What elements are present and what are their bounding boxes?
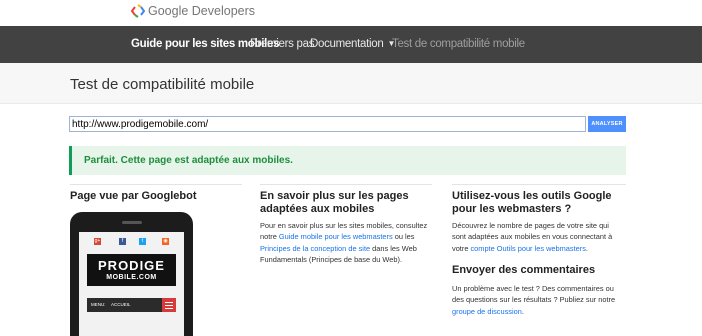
twitter-icon: t [139, 238, 146, 245]
google-plus-icon: g+ [94, 238, 101, 245]
rss-icon: ◉ [162, 238, 169, 245]
feedback-text-2: . [521, 306, 524, 316]
site-menu-item: ACCUEIL [111, 302, 131, 307]
feedback-text-1: Un problème avec le test ? Des commentai… [452, 284, 616, 305]
mobile-pages-text-2: ou les [392, 232, 415, 242]
phone-screen: g+ f t ◉ PRODIGE MOBILE.COM MENU: ACCUEI… [79, 232, 184, 336]
mobile-guide-link[interactable]: Guide mobile pour les webmasters [279, 232, 393, 241]
site-logo: PRODIGE MOBILE.COM [87, 254, 176, 286]
site-menu-label: MENU: [91, 302, 106, 307]
google-developers-logo[interactable]: Google Developers [131, 4, 255, 18]
site-logo-line1: PRODIGE [98, 258, 165, 273]
site-menu-bar: MENU: ACCUEIL [87, 298, 176, 312]
phone-speaker [122, 221, 142, 224]
facebook-icon: f [119, 238, 126, 245]
column-divider [70, 184, 242, 185]
feedback-text: Un problème avec le test ? Des commentai… [452, 283, 624, 317]
url-input[interactable] [69, 116, 586, 132]
nav-item-test[interactable]: Test de compatibilité mobile [392, 38, 525, 50]
hamburger-icon [162, 298, 176, 312]
column-divider [260, 184, 432, 185]
result-message: Parfait. Cette page est adaptée aux mobi… [84, 155, 293, 166]
nav-item-documentation[interactable]: Documentation ▼ [310, 38, 395, 50]
column-divider [452, 184, 626, 185]
google-developers-logo-icon [131, 4, 145, 18]
webmaster-tools-heading: Utilisez-vous les outils Google pour les… [452, 190, 612, 215]
mobile-pages-heading: En savoir plus sur les pages adaptées au… [260, 190, 409, 215]
mobile-pages-text: Pour en savoir plus sur les sites mobile… [260, 220, 430, 265]
feedback-heading: Envoyer des commentaires [452, 264, 596, 276]
main-nav: Guide pour les sites mobiles Premiers pa… [0, 26, 702, 63]
phone-preview: g+ f t ◉ PRODIGE MOBILE.COM MENU: ACCUEI… [70, 212, 193, 336]
site-logo-line2: MOBILE.COM [106, 274, 157, 281]
logo-text: Google Developers [148, 4, 256, 18]
design-principles-link[interactable]: Principes de la conception de site [260, 244, 370, 253]
page-title: Test de compatibilité mobile [70, 76, 255, 93]
webmaster-tools-text-2: . [585, 243, 588, 253]
analyze-button[interactable]: ANALYSER [588, 116, 626, 132]
result-banner: Parfait. Cette page est adaptée aux mobi… [69, 146, 626, 175]
nav-item-premiers-pas[interactable]: Premiers pas [250, 38, 314, 50]
top-bar: Google Developers [0, 0, 702, 26]
nav-item-documentation-label: Documentation [310, 38, 384, 50]
webmaster-account-link[interactable]: compte Outils pour les webmasters [470, 244, 585, 253]
webmaster-tools-text: Découvrez le nombre de pages de votre si… [452, 220, 624, 254]
page-header: Test de compatibilité mobile [0, 63, 702, 104]
discussion-group-link[interactable]: groupe de discussion [452, 307, 522, 316]
googlebot-heading: Page vue par Googlebot [70, 190, 197, 202]
social-icons: g+ f t ◉ [79, 238, 184, 248]
